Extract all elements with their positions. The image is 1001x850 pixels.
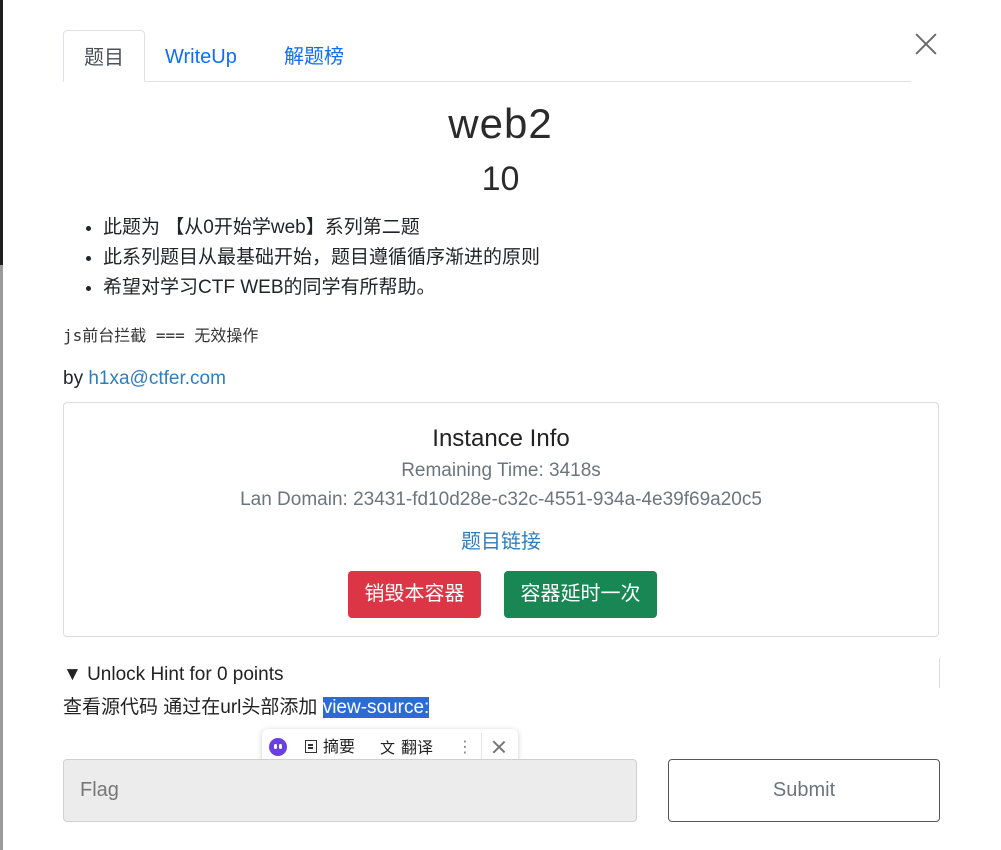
lan-domain: Lan Domain: 23431-fd10d28e-c32c-4551-934… bbox=[240, 489, 762, 510]
flag-input[interactable] bbox=[63, 759, 637, 822]
unlock-hint-toggle[interactable]: ▼ Unlock Hint for 0 points bbox=[63, 664, 284, 686]
extend-container-button[interactable]: 容器延时一次 bbox=[504, 571, 657, 618]
description-item: 希望对学习CTF WEB的同学有所帮助。 bbox=[103, 273, 540, 303]
selected-text: view-source: bbox=[322, 697, 430, 718]
description-item: 此系列题目从最基础开始，题目遵循循序渐进的原则 bbox=[103, 243, 540, 273]
tab-writeup[interactable]: WriteUp bbox=[145, 30, 257, 81]
hint-content: 查看源代码 通过在url头部添加 view-source: bbox=[63, 692, 430, 719]
translate-label: 翻译 bbox=[401, 740, 434, 757]
challenge-name: web2 bbox=[448, 100, 553, 147]
remaining-time: Remaining Time: 3418s bbox=[401, 460, 601, 481]
close-icon[interactable] bbox=[912, 30, 940, 58]
challenge-points: 10 bbox=[481, 160, 520, 198]
instance-info-card: Instance Info Remaining Time: 3418s Lan … bbox=[63, 402, 939, 637]
author-prefix: by bbox=[63, 368, 89, 389]
hint-text: 查看源代码 通过在url头部添加 bbox=[63, 697, 323, 718]
popup-close-icon[interactable] bbox=[490, 738, 508, 756]
description-item: 此题为 【从0开始学web】系列第二题 bbox=[103, 213, 540, 243]
translate-icon: 文 bbox=[380, 739, 396, 757]
author-email-link[interactable]: h1xa@ctfer.com bbox=[88, 368, 226, 389]
tab-solves[interactable]: 解题榜 bbox=[264, 30, 364, 81]
submit-button[interactable]: Submit bbox=[668, 759, 940, 822]
challenge-tabs: 题目 WriteUp 解题榜 bbox=[63, 30, 911, 82]
assistant-logo-icon[interactable] bbox=[269, 738, 287, 756]
author-line: by h1xa@ctfer.com bbox=[63, 368, 226, 390]
backdrop-edge-lower bbox=[0, 265, 3, 850]
document-icon bbox=[305, 740, 317, 753]
tab-challenge[interactable]: 题目 bbox=[63, 30, 145, 82]
challenge-description: 此题为 【从0开始学web】系列第二题 此系列题目从最基础开始，题目遵循循序渐进… bbox=[63, 213, 540, 303]
popup-divider bbox=[481, 733, 482, 761]
hint-details: ▼ Unlock Hint for 0 points bbox=[63, 658, 940, 688]
challenge-link[interactable]: 题目链接 bbox=[64, 525, 938, 554]
code-note: js前台拦截 === 无效操作 bbox=[63, 326, 259, 345]
summary-label: 摘要 bbox=[323, 739, 356, 756]
instance-title: Instance Info bbox=[432, 425, 570, 452]
destroy-container-button[interactable]: 销毁本容器 bbox=[348, 571, 481, 618]
